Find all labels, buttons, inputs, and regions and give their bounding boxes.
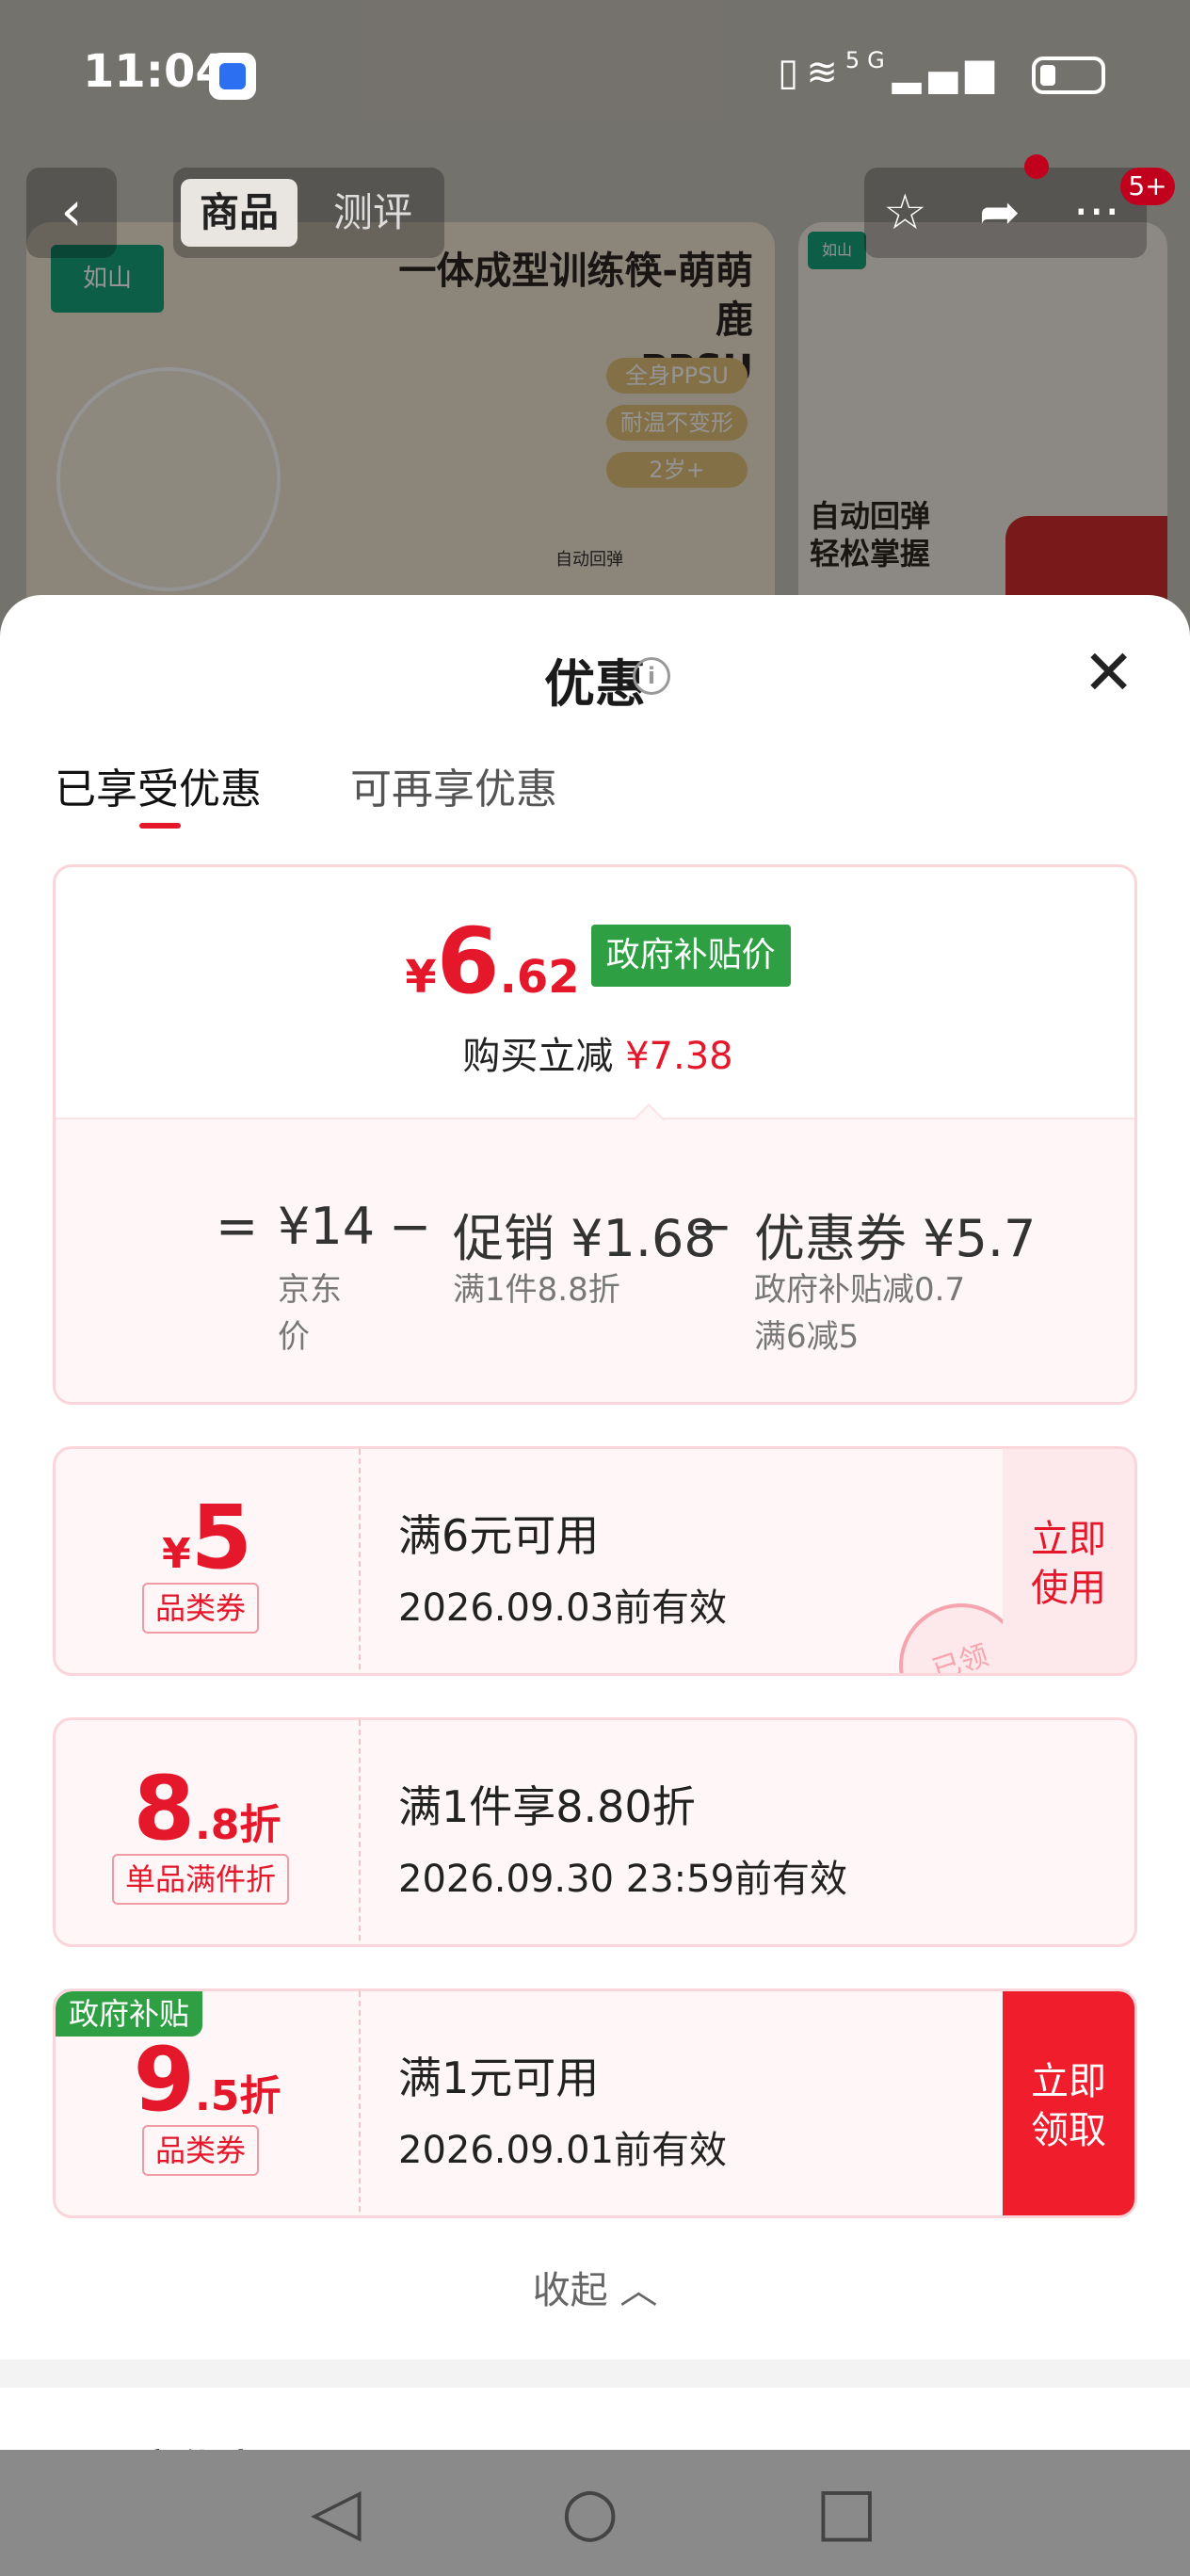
network-type: 5G — [844, 47, 892, 73]
price-equation: = ¥14 − 促销 ¥1.68 − 优惠券 ¥5.7 — [56, 1197, 1134, 1272]
coupon-value: 9.5折 — [133, 2029, 281, 2132]
cell-signal-icon: ▂▄▆ — [892, 51, 1002, 94]
notification-dot — [1024, 154, 1049, 179]
sheet-title: 优惠 — [544, 654, 646, 714]
active-tab-indicator — [139, 823, 181, 829]
wifi-icon: ≋ — [806, 51, 845, 94]
collapse-button[interactable]: 收起 ︿ — [0, 2260, 1190, 2314]
jd-price-label: 京东 价 — [278, 1271, 342, 1356]
tab-goods[interactable]: 商品 — [181, 179, 298, 247]
coupon-divider — [359, 1991, 361, 2215]
coupon-value-area: 9.5折 品类券 — [56, 1991, 359, 2215]
message-badge: 5+ — [1120, 168, 1175, 205]
top-actions: ☆ ➦ ··· — [864, 168, 1147, 258]
final-price: ¥6.62 政府补贴价 — [56, 909, 1134, 1014]
back-button[interactable]: ‹ — [26, 168, 117, 258]
price-decimal: .62 — [499, 951, 580, 1004]
minus-sign: − — [690, 1197, 733, 1256]
coupon-condition: 满1元可用 — [398, 2053, 600, 2103]
nav-back-icon[interactable]: ◁ — [311, 2478, 362, 2544]
price-currency: ¥ — [405, 951, 437, 1004]
price-summary-card: ¥6.62 政府补贴价 购买立减 ¥7.38 = ¥14 − 促销 ¥1.68 −… — [53, 864, 1137, 1405]
tab-enjoyed-discounts[interactable]: 已享受优惠 — [55, 755, 262, 815]
claim-now-button[interactable]: 立即 领取 — [1003, 1991, 1134, 2215]
promo-detail: 满1件8.8折 — [453, 1271, 620, 1309]
status-time: 11:04 — [83, 45, 227, 98]
tab-reviews[interactable]: 测评 — [314, 179, 431, 247]
favorite-star-icon[interactable]: ☆ — [883, 168, 927, 258]
coupon-divider — [359, 1449, 361, 1673]
coupon-value-area: 8.8折 单品满件折 — [56, 1720, 359, 1944]
minus-sign: − — [389, 1197, 432, 1256]
nav-recents-icon[interactable]: □ — [815, 2478, 877, 2544]
app-notification-icon — [209, 53, 256, 100]
use-now-button[interactable]: 立即 使用 — [1003, 1449, 1134, 1673]
more-icon[interactable]: ··· — [1073, 168, 1120, 258]
coupon-value-area: ¥5 品类券 — [56, 1449, 359, 1673]
coupon-type-tag: 品类券 — [142, 2125, 260, 2176]
discount-sheet: 优惠 i ✕ 已享受优惠 可再享优惠 ¥6.62 政府补贴价 购买立减 ¥7.38… — [0, 595, 1190, 2576]
signal-icons: ▯≋5G▂▄▆ — [778, 47, 1002, 94]
price-integer: 6 — [436, 909, 500, 1014]
battery-icon — [1032, 56, 1105, 94]
coupon-validity: 2026.09.01前有效 — [398, 2129, 728, 2172]
coupon-card: ¥5 品类券 满6元可用 2026.09.03前有效 已领 立即 使用 — [53, 1446, 1137, 1676]
vibrate-icon: ▯ — [778, 51, 807, 94]
product-tabs: 商品 测评 — [173, 168, 444, 258]
reduce-label: 购买立减 — [462, 1035, 614, 1078]
info-icon[interactable]: i — [633, 657, 670, 695]
coupon-detail: 政府补贴减0.7 满6减5 — [754, 1271, 966, 1356]
coupon-validity: 2026.09.03前有效 — [398, 1586, 728, 1630]
coupon-card: 8.8折 单品满件折 满1件享8.80折 2026.09.30 23:59前有效 — [53, 1717, 1137, 1947]
close-button[interactable]: ✕ — [1083, 642, 1134, 704]
nav-home-icon[interactable]: ○ — [561, 2478, 619, 2544]
reduce-amount: ¥7.38 — [625, 1035, 733, 1078]
coupon-type-tag: 单品满件折 — [112, 1854, 290, 1905]
coupon-validity: 2026.09.30 23:59前有效 — [398, 1858, 848, 1901]
instant-reduction: 购买立减 ¥7.38 — [56, 1025, 1134, 1080]
promo-amount: 促销 ¥1.68 — [453, 1209, 716, 1268]
status-bar: 11:04 ▯≋5G▂▄▆ — [0, 0, 1190, 151]
coupon-amount: 优惠券 ¥5.7 — [754, 1209, 1037, 1268]
jd-price: ¥14 — [278, 1197, 376, 1256]
system-nav-bar: ◁ ○ □ — [0, 2450, 1190, 2576]
coupon-condition: 满6元可用 — [398, 1510, 600, 1561]
coupon-value: 8.8折 — [133, 1758, 281, 1860]
coupon-card: 政府补贴 9.5折 品类券 满1元可用 2026.09.01前有效 立即 领取 — [53, 1988, 1137, 2218]
coupon-divider — [359, 1720, 361, 1944]
tab-more-discounts[interactable]: 可再享优惠 — [350, 755, 557, 815]
coupon-condition: 满1件享8.80折 — [398, 1781, 696, 1832]
equals-sign: = — [216, 1197, 259, 1256]
coupon-value: ¥5 — [161, 1487, 253, 1589]
gov-subsidy-price-tag: 政府补贴价 — [590, 925, 791, 987]
coupon-type-tag: 品类券 — [142, 1583, 260, 1634]
share-icon[interactable]: ➦ — [979, 168, 1021, 258]
section-gap — [0, 2359, 1190, 2388]
